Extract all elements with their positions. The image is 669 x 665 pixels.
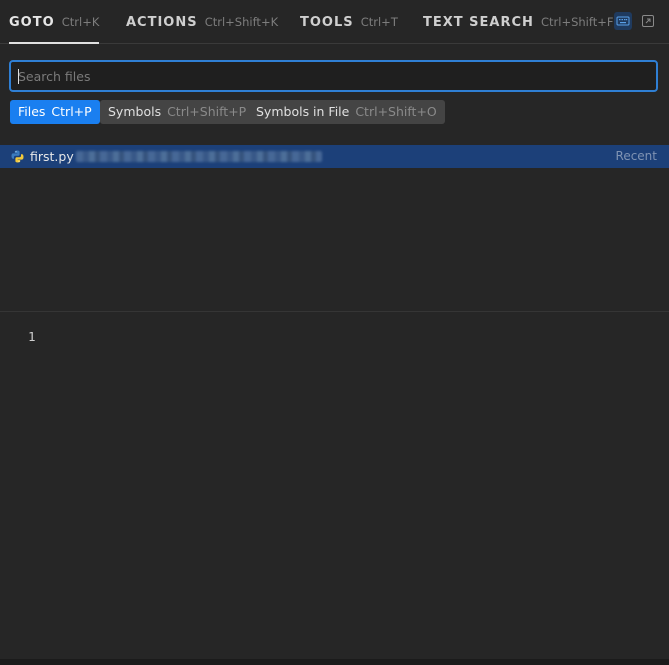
text-caret (18, 69, 19, 84)
tab-tools-shortcut: Ctrl+T (360, 15, 398, 29)
tab-goto[interactable]: GOTO Ctrl+K (9, 0, 100, 44)
popout-icon[interactable] (639, 12, 657, 30)
filter-symbols-in-file-shortcut: Ctrl+Shift+O (355, 104, 437, 119)
tab-bar: GOTO Ctrl+K ACTIONS Ctrl+Shift+K TOOLS C… (0, 0, 669, 44)
result-row[interactable]: first.py Recent (0, 145, 669, 168)
filter-symbols-shortcut: Ctrl+Shift+P (167, 104, 247, 119)
search-input[interactable] (11, 62, 656, 90)
filter-symbols-in-file-button[interactable]: Symbols in File Ctrl+Shift+O (248, 100, 445, 124)
tab-goto-label: GOTO (9, 15, 55, 30)
tab-tools-label: TOOLS (300, 15, 354, 30)
filter-symbols-button[interactable]: Symbols Ctrl+Shift+P (100, 100, 255, 124)
result-file-path-redacted (76, 151, 322, 162)
python-icon (11, 150, 24, 163)
tab-actions-label: ACTIONS (126, 15, 198, 30)
filter-symbols-label: Symbols (108, 104, 162, 119)
tab-tools[interactable]: TOOLS Ctrl+T (300, 0, 398, 43)
filter-files-button[interactable]: Files Ctrl+P (10, 100, 100, 124)
filter-files-shortcut: Ctrl+P (51, 104, 92, 119)
tab-text-search-label: TEXT SEARCH (423, 15, 534, 30)
result-file-name: first.py (30, 149, 74, 164)
tab-text-search-shortcut: Ctrl+Shift+F (541, 15, 614, 29)
filter-files-label: Files (18, 104, 46, 119)
filter-symbols-in-file-label: Symbols in File (256, 104, 350, 119)
result-recent-badge: Recent (615, 149, 657, 163)
tab-text-search[interactable]: TEXT SEARCH Ctrl+Shift+F (423, 0, 614, 43)
tab-goto-shortcut: Ctrl+K (61, 15, 100, 29)
tab-actions[interactable]: ACTIONS Ctrl+Shift+K (126, 0, 278, 43)
keyboard-icon[interactable] (614, 12, 632, 30)
editor-area[interactable]: 1 (0, 312, 669, 659)
bottom-bar (0, 659, 669, 665)
line-number: 1 (28, 329, 36, 344)
tab-actions-shortcut: Ctrl+Shift+K (204, 15, 279, 29)
search-box[interactable] (9, 60, 658, 92)
